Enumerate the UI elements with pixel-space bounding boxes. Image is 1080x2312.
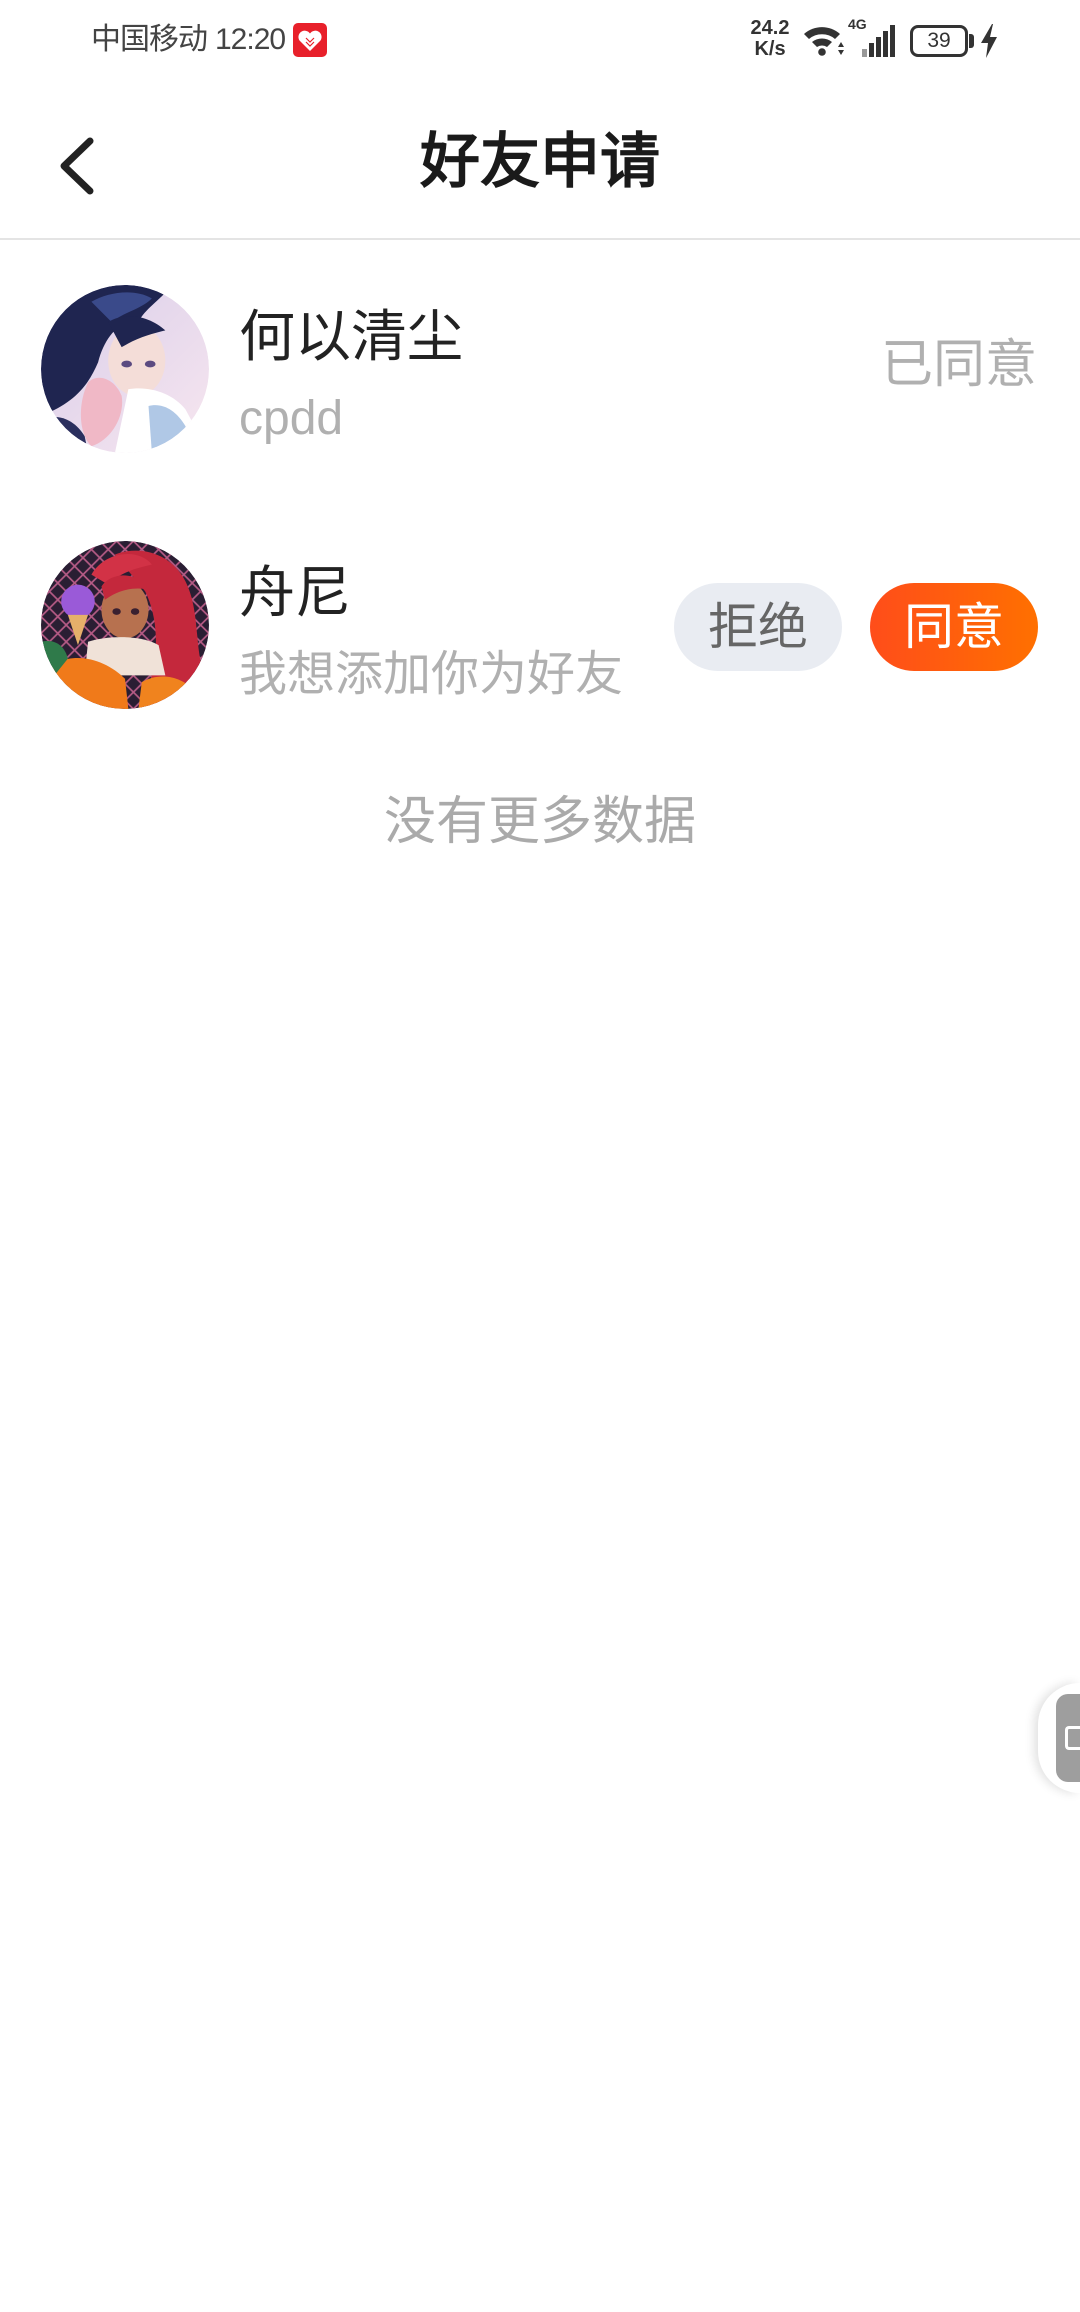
charging-icon [981, 24, 997, 58]
status-bar: 中国移动 12:20 24.2 K/s 4G 39 [0, 0, 1080, 80]
page-title: 好友申请 [420, 128, 660, 195]
avatar[interactable] [41, 541, 209, 709]
floating-assistant-icon[interactable] [1056, 1694, 1080, 1782]
avatar[interactable] [41, 285, 209, 453]
request-status: 已同意 [880, 336, 1037, 394]
request-name: 舟尼 [239, 561, 351, 624]
floating-assistant-button[interactable] [1038, 1683, 1080, 1793]
network-speed: 24.2 K/s [745, 18, 795, 60]
accept-button[interactable]: 同意 [870, 583, 1038, 671]
signal-icon [862, 25, 895, 57]
floating-assistant-icon-mark [1065, 1726, 1080, 1750]
battery-icon: 39 [910, 25, 968, 57]
network-speed-unit: K/s [754, 38, 786, 60]
heart-icon [293, 23, 328, 57]
request-item[interactable]: 舟尼 我想添加你为好友 拒绝 同意 [0, 541, 1080, 709]
request-item[interactable]: 何以清尘 cpdd 已同意 [0, 285, 1080, 453]
battery-cap [969, 34, 974, 48]
status-left: 中国移动 12:20 [91, 20, 328, 60]
clock: 12:20 [215, 23, 286, 56]
network-speed-value: 24.2 [750, 17, 790, 39]
request-message: cpdd [239, 392, 344, 445]
app-header: 好友申请 [0, 80, 1080, 240]
battery-level: 39 [927, 29, 951, 52]
wifi-icon [804, 27, 844, 56]
request-name: 何以清尘 [239, 305, 463, 368]
reject-button[interactable]: 拒绝 [674, 583, 842, 671]
no-more-data-label: 没有更多数据 [383, 793, 696, 851]
carrier-label: 中国移动 [91, 23, 208, 56]
request-message: 我想添加你为好友 [239, 648, 624, 701]
